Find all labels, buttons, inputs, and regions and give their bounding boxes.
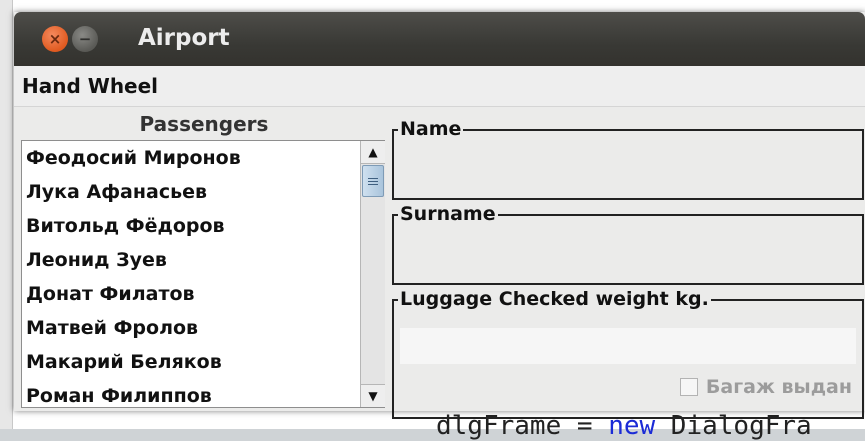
passengers-list[interactable]: Феодосий Миронов Лука Афанасьев Витольд … — [21, 140, 385, 408]
luggage-issued-label: Багаж выдан — [705, 376, 852, 398]
luggage-panel: Luggage Checked weight kg. Багаж выдан — [392, 287, 864, 419]
list-item[interactable]: Лука Афанасьев — [22, 175, 359, 209]
title-bar[interactable]: × − Airport — [14, 12, 865, 66]
menu-bar: Hand Wheel — [14, 66, 865, 107]
name-field[interactable]: Name — [392, 117, 864, 200]
luggage-issued-checkbox-row[interactable]: Багаж выдан — [679, 376, 852, 398]
close-icon: × — [48, 30, 62, 48]
editor-gutter — [0, 0, 13, 429]
list-item[interactable]: Роман Филиппов — [22, 379, 359, 413]
list-item[interactable]: Витольд Фёдоров — [22, 209, 359, 243]
vertical-scrollbar[interactable]: ▲ ▼ — [360, 141, 385, 407]
list-item[interactable]: Феодосий Миронов — [22, 141, 359, 175]
surname-field[interactable]: Surname — [392, 202, 864, 285]
arrow-down-icon: ▼ — [368, 389, 378, 403]
list-item[interactable]: Матвей Фролов — [22, 311, 359, 345]
list-item[interactable]: Донат Филатов — [22, 277, 359, 311]
name-label: Name — [398, 117, 464, 141]
minimize-button[interactable]: − — [72, 26, 98, 52]
luggage-issued-checkbox[interactable] — [679, 378, 698, 396]
arrow-up-icon: ▲ — [368, 145, 378, 159]
surname-label: Surname — [398, 202, 498, 226]
list-item[interactable]: Макарий Беляков — [22, 345, 359, 379]
luggage-weight-input[interactable] — [400, 328, 856, 364]
passengers-title: Passengers — [139, 112, 269, 136]
menu-hand-wheel[interactable]: Hand Wheel — [22, 74, 158, 98]
scroll-down-button[interactable]: ▼ — [361, 384, 385, 407]
luggage-label: Luggage Checked weight kg. — [398, 287, 711, 311]
scroll-thumb[interactable] — [362, 165, 384, 197]
list-item[interactable]: Леонид Зуев — [22, 243, 359, 277]
close-button[interactable]: × — [42, 26, 68, 52]
scroll-up-button[interactable]: ▲ — [361, 141, 385, 164]
airport-window: × − Airport Hand Wheel Passengers Феодос… — [14, 12, 865, 419]
window-title: Airport — [138, 25, 230, 51]
minimize-icon: − — [78, 30, 92, 48]
